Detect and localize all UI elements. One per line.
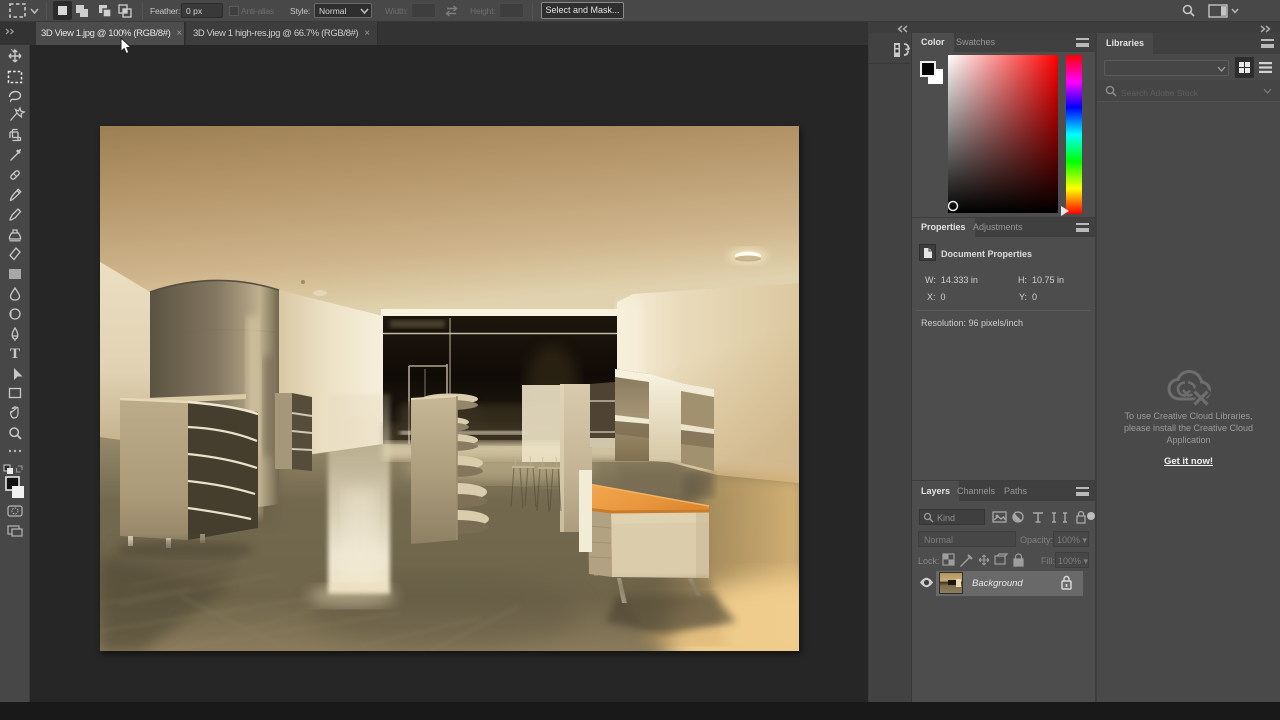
svg-text:T: T <box>10 346 20 362</box>
